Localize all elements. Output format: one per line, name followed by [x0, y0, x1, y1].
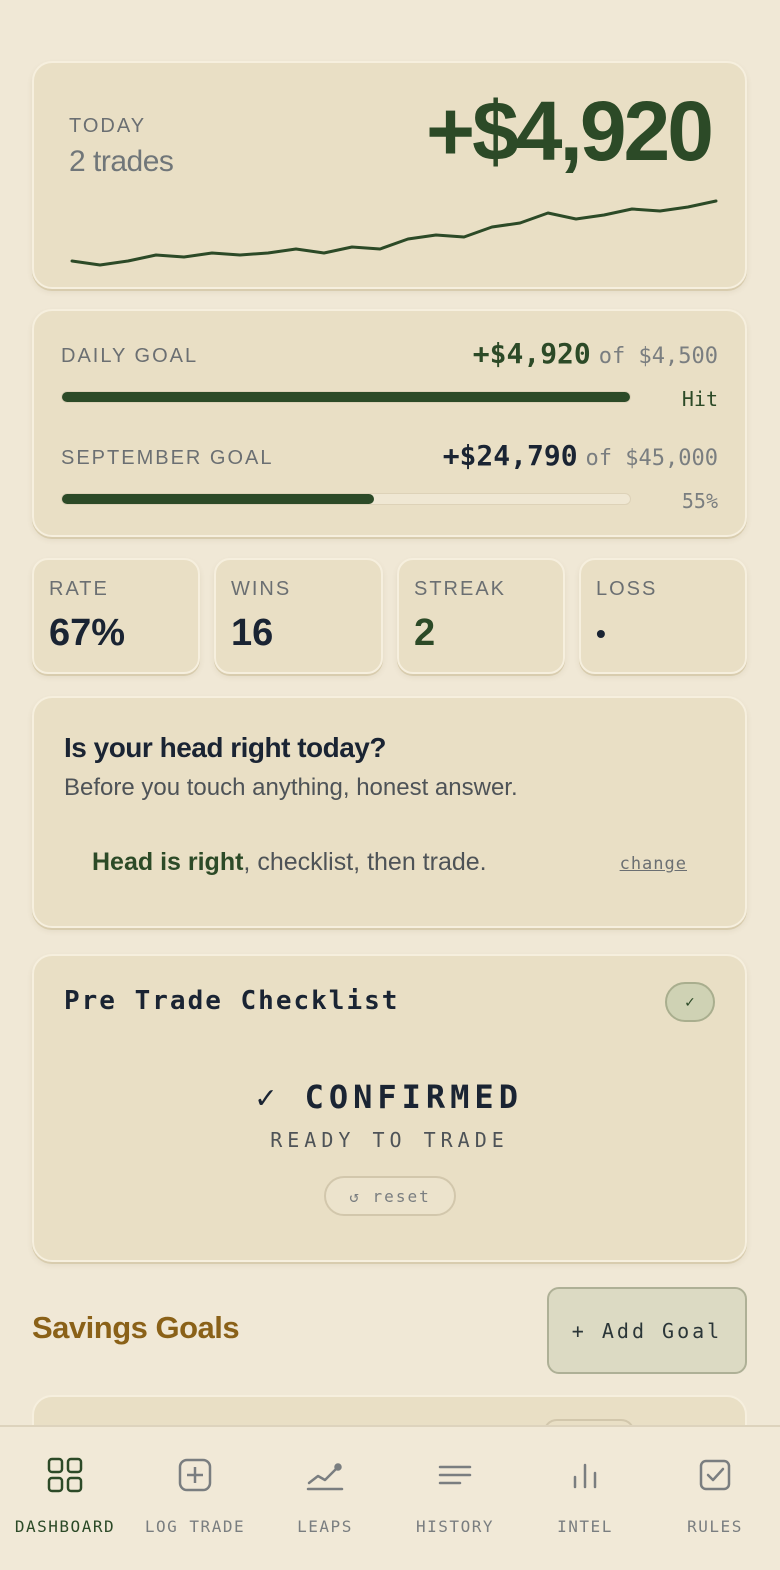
bottom-nav: DASHBOARD LOG TRADE LEAPS HISTORY INTEL …	[0, 1425, 780, 1570]
nav-log-trade[interactable]: LOG TRADE	[130, 1427, 260, 1570]
checkbox-icon	[699, 1459, 731, 1491]
nav-log-trade-label: LOG TRADE	[144, 1517, 246, 1536]
daily-goal-value: +$4,920 of $4,500	[473, 337, 718, 370]
stat-wins-label: WINS	[231, 578, 292, 600]
stat-rate-label: RATE	[49, 578, 109, 600]
monthly-goal-target: of $45,000	[585, 446, 718, 471]
grid-icon	[47, 1457, 83, 1493]
nav-dashboard-label: DASHBOARD	[14, 1517, 116, 1536]
goals-card: DAILY GOAL +$4,920 of $4,500 Hit SEPTEMBE…	[32, 309, 747, 537]
add-goal-label: + Add Goal	[571, 1318, 723, 1343]
daily-goal-label: DAILY GOAL	[61, 345, 199, 367]
monthly-goal-status: 55%	[681, 489, 718, 513]
monthly-goal-label: SEPTEMBER GOAL	[61, 447, 274, 469]
checklist-toggle-button[interactable]: ✓	[665, 982, 715, 1022]
nav-leaps[interactable]: LEAPS	[260, 1427, 390, 1570]
list-icon	[438, 1465, 472, 1485]
head-check-change-link[interactable]: change	[620, 854, 687, 874]
bar-chart-icon	[573, 1463, 597, 1489]
nav-history-label: HISTORY	[416, 1517, 494, 1536]
savings-goals-title: Savings Goals	[32, 1310, 240, 1345]
nav-rules-label: RULES	[687, 1517, 743, 1536]
head-check-status-strong: Head is right	[92, 848, 244, 876]
monthly-goal-progress-fill	[62, 494, 375, 504]
head-check-subtitle: Before you touch anything, honest answer…	[64, 774, 518, 801]
head-check-card: Is your head right today? Before you tou…	[32, 696, 747, 928]
monthly-goal-amount: +$24,790	[442, 439, 578, 472]
stat-loss-label: LOSS	[596, 578, 658, 600]
daily-goal-progress-fill	[62, 392, 630, 402]
daily-goal-target: of $4,500	[598, 344, 718, 369]
today-trades-count: 2 trades	[69, 145, 174, 178]
stat-loss: LOSS •	[579, 558, 747, 674]
daily-goal-status: Hit	[681, 387, 718, 411]
checklist-confirmed: ✓ CONFIRMED	[256, 1078, 523, 1116]
head-check-status-rest: , checklist, then trade.	[243, 848, 487, 876]
daily-goal-progress-bar	[61, 391, 631, 403]
nav-leaps-label: LEAPS	[297, 1517, 353, 1536]
monthly-goal-value: +$24,790 of $45,000	[443, 439, 718, 472]
head-check-title: Is your head right today?	[64, 732, 386, 763]
add-goal-button[interactable]: + Add Goal	[547, 1287, 747, 1374]
head-check-status: Head is right, checklist, then trade.	[92, 848, 487, 877]
today-label: TODAY	[69, 115, 147, 137]
stat-wins: WINS 16	[214, 558, 383, 674]
daily-goal-amount: +$4,920	[472, 337, 591, 370]
monthly-goal-progress-bar	[61, 493, 631, 505]
stat-wins-value: 16	[231, 612, 274, 654]
sparkline-series	[70, 199, 718, 267]
stat-rate: RATE 67%	[32, 558, 200, 674]
pre-trade-checklist-card: Pre Trade Checklist ✓ ✓ CONFIRMED READY …	[32, 954, 747, 1262]
plus-square-icon	[178, 1458, 212, 1492]
nav-history[interactable]: HISTORY	[390, 1427, 520, 1570]
stat-streak-label: STREAK	[414, 578, 507, 600]
stat-streak: STREAK 2	[397, 558, 565, 674]
stat-streak-value: 2	[414, 612, 436, 654]
checklist-reset-button[interactable]: ↺ reset	[324, 1176, 456, 1216]
today-card: TODAY 2 trades +$4,920	[32, 61, 747, 289]
check-icon: ✓	[684, 993, 696, 1010]
reset-label: ↺ reset	[349, 1186, 431, 1206]
today-sparkline	[70, 199, 718, 267]
nav-intel[interactable]: INTEL	[520, 1427, 650, 1570]
stat-loss-value: •	[596, 618, 606, 649]
today-pnl-amount: +$4,920	[426, 84, 714, 178]
stat-rate-value: 67%	[49, 612, 126, 654]
checklist-ready-text: READY TO TRADE	[270, 1128, 509, 1152]
checklist-title: Pre Trade Checklist	[64, 986, 400, 1016]
nav-dashboard[interactable]: DASHBOARD	[0, 1427, 130, 1570]
trend-line-icon	[306, 1463, 344, 1491]
nav-intel-label: INTEL	[557, 1517, 613, 1536]
nav-rules[interactable]: RULES	[650, 1427, 780, 1570]
